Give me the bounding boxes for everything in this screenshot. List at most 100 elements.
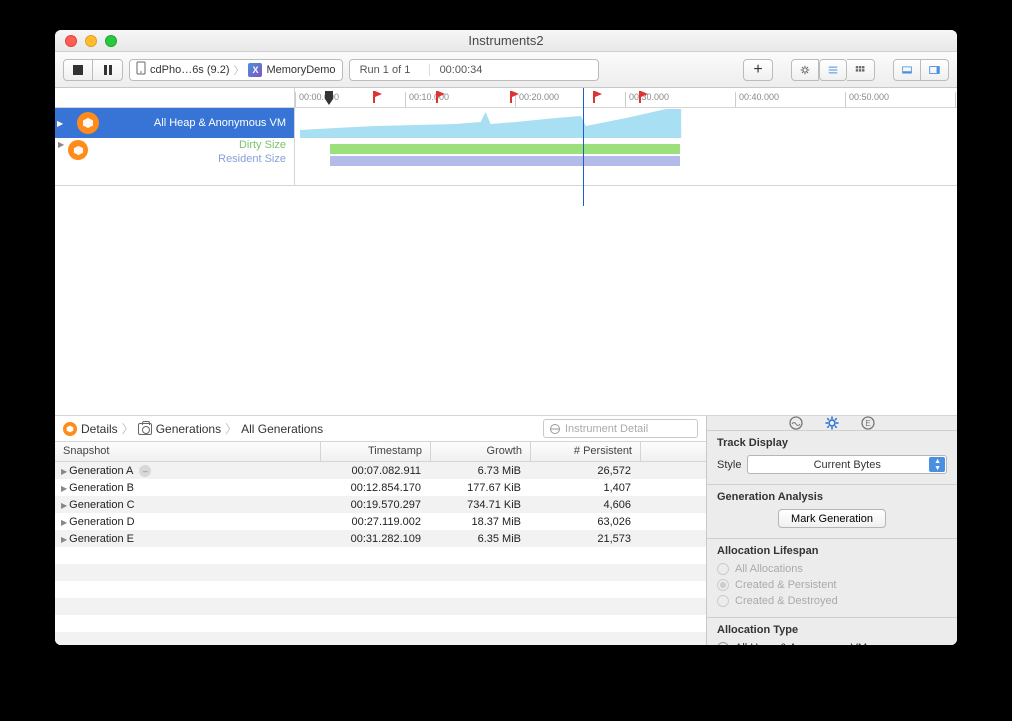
tick-label: 00:20.000 (515, 92, 559, 107)
lifespan-all-allocations: All Allocations (717, 561, 947, 577)
table-row-empty (55, 581, 706, 598)
timeline-empty-area (55, 186, 957, 416)
generation-flag-icon[interactable] (639, 91, 648, 103)
instruments-window: Instruments2 cdPho…6s (9.2) 〉 X MemoryDe… (55, 30, 957, 645)
playhead-marker-icon[interactable] (325, 91, 333, 105)
strategy-thread-button[interactable] (847, 59, 875, 81)
table-row-empty (55, 564, 706, 581)
timeline-tracks: ▶ All Heap & Anonymous VM ▶ Dirty Size R… (55, 108, 957, 186)
section-title: Allocation Type (717, 624, 947, 636)
timeline-ruler[interactable]: 00:00.000 00:10.000 00:20.000 00:30.000 … (55, 88, 957, 108)
generation-flag-icon[interactable] (593, 91, 602, 103)
run-count-label[interactable]: Run 1 of 1 (350, 64, 430, 76)
table-row-empty (55, 632, 706, 645)
disclosure-triangle-icon[interactable]: ▶ (61, 501, 67, 510)
generations-table-body: ▶Generation A– 00:07.082.911 6.73 MiB 26… (55, 462, 706, 645)
elapsed-time-label: 00:00:34 (430, 64, 493, 76)
disclosure-triangle-icon[interactable]: ▶ (57, 119, 63, 128)
track-allocations[interactable]: ▶ All Heap & Anonymous VM (55, 108, 294, 138)
disclosure-triangle-icon[interactable]: ▶ (61, 467, 67, 476)
table-row-empty (55, 615, 706, 632)
table-row[interactable]: ▶Generation E 00:31.282.109 6.35 MiB 21,… (55, 530, 706, 547)
alloctype-heap-anon[interactable]: All Heap & Anonymous VM (717, 640, 947, 645)
generation-flag-icon[interactable] (373, 91, 382, 103)
close-window-button[interactable] (65, 35, 77, 47)
path-all-generations[interactable]: All Generations (241, 422, 323, 436)
zoom-window-button[interactable] (105, 35, 117, 47)
table-row[interactable]: ▶Generation C 00:19.570.297 734.71 KiB 4… (55, 496, 706, 513)
lifespan-created-persistent: Created & Persistent (717, 577, 947, 593)
allocations-graph (295, 108, 957, 138)
table-row[interactable]: ▶Generation A– 00:07.082.911 6.73 MiB 26… (55, 462, 706, 479)
table-row-empty (55, 598, 706, 615)
stop-button[interactable] (63, 59, 93, 81)
inspector-tab-display[interactable] (825, 416, 839, 430)
target-selector[interactable]: cdPho…6s (9.2) 〉 X MemoryDemo (129, 59, 343, 81)
allocations-cube-icon (77, 112, 99, 134)
inspector-tab-record[interactable] (789, 416, 803, 430)
add-instrument-button[interactable]: + (743, 59, 773, 81)
pause-button[interactable] (93, 59, 123, 81)
col-snapshot[interactable]: Snapshot (55, 442, 321, 461)
strategy-settings-button[interactable] (791, 59, 819, 81)
toggle-detail-pane-button[interactable] (893, 59, 921, 81)
table-row[interactable]: ▶Generation B 00:12.854.170 177.67 KiB 1… (55, 479, 706, 496)
section-generation-analysis: Generation Analysis Mark Generation (707, 485, 957, 539)
path-details[interactable]: Details (63, 422, 118, 436)
record-controls (63, 59, 123, 81)
col-timestamp[interactable]: Timestamp (321, 442, 431, 461)
mark-generation-button[interactable]: Mark Generation (778, 509, 886, 528)
generation-flag-icon[interactable] (510, 91, 519, 103)
style-label: Style (717, 459, 741, 471)
allocations-cube-icon (63, 422, 77, 436)
table-row-empty (55, 547, 706, 564)
section-allocation-lifespan: Allocation Lifespan All Allocations Crea… (707, 539, 957, 618)
resident-size-bar (330, 156, 680, 166)
lifespan-created-destroyed: Created & Destroyed (717, 593, 947, 609)
detail-search-input[interactable]: Instrument Detail (543, 419, 698, 438)
track-labels: ▶ All Heap & Anonymous VM ▶ Dirty Size R… (55, 108, 295, 185)
xcode-app-icon: X (248, 63, 262, 77)
style-select[interactable]: Current Bytes ▲▼ (747, 455, 947, 474)
generations-table-header: Snapshot Timestamp Growth # Persistent (55, 442, 706, 462)
minimize-window-button[interactable] (85, 35, 97, 47)
delete-generation-icon[interactable]: – (139, 465, 151, 477)
target-process-label: MemoryDemo (266, 64, 335, 76)
view-buttons (893, 59, 949, 81)
generation-flag-icon[interactable] (436, 91, 445, 103)
table-row[interactable]: ▶Generation D 00:27.119.002 18.37 MiB 63… (55, 513, 706, 530)
playhead-line[interactable] (583, 88, 584, 206)
device-icon (136, 61, 146, 78)
target-device-label: cdPho…6s (9.2) (150, 64, 229, 76)
inspector-tab-extended[interactable]: E (861, 416, 875, 430)
titlebar: Instruments2 (55, 30, 957, 52)
track-dirty-size[interactable]: Dirty Size (103, 138, 294, 152)
track-main-label: All Heap & Anonymous VM (154, 117, 286, 129)
path-generations[interactable]: Generations (138, 422, 221, 436)
search-placeholder: Instrument Detail (565, 423, 648, 435)
track-resident-size[interactable]: Resident Size (103, 152, 294, 166)
detail-pane: Details 〉 Generations 〉 All Generations … (55, 416, 707, 645)
disclosure-triangle-icon[interactable]: ▶ (61, 518, 67, 527)
disclosure-triangle-icon[interactable]: ▶ (61, 484, 67, 493)
toggle-inspector-pane-button[interactable] (921, 59, 949, 81)
window-title: Instruments2 (55, 33, 957, 48)
track-graph-area[interactable] (295, 108, 957, 185)
inspector-pane: E Track Display Style Current Bytes ▲▼ G… (707, 416, 957, 645)
strategy-buttons (791, 59, 875, 81)
section-allocation-type: Allocation Type All Heap & Anonymous VM … (707, 618, 957, 645)
disclosure-triangle-icon[interactable]: ▶ (58, 140, 64, 149)
ruler-ticks: 00:00.000 00:10.000 00:20.000 00:30.000 … (295, 88, 957, 107)
disclosure-triangle-icon[interactable]: ▶ (61, 535, 67, 544)
section-title: Generation Analysis (717, 491, 947, 503)
section-title: Allocation Lifespan (717, 545, 947, 557)
tick-label: 00:50.000 (845, 92, 889, 107)
col-persistent[interactable]: # Persistent (531, 442, 641, 461)
snapshot-icon (138, 423, 152, 435)
tick-label: 01:00.000 (955, 92, 957, 107)
section-title: Track Display (717, 437, 947, 449)
toolbar: cdPho…6s (9.2) 〉 X MemoryDemo Run 1 of 1… (55, 52, 957, 88)
vm-tracker-cube-icon (68, 140, 88, 160)
col-growth[interactable]: Growth (431, 442, 531, 461)
strategy-list-button[interactable] (819, 59, 847, 81)
